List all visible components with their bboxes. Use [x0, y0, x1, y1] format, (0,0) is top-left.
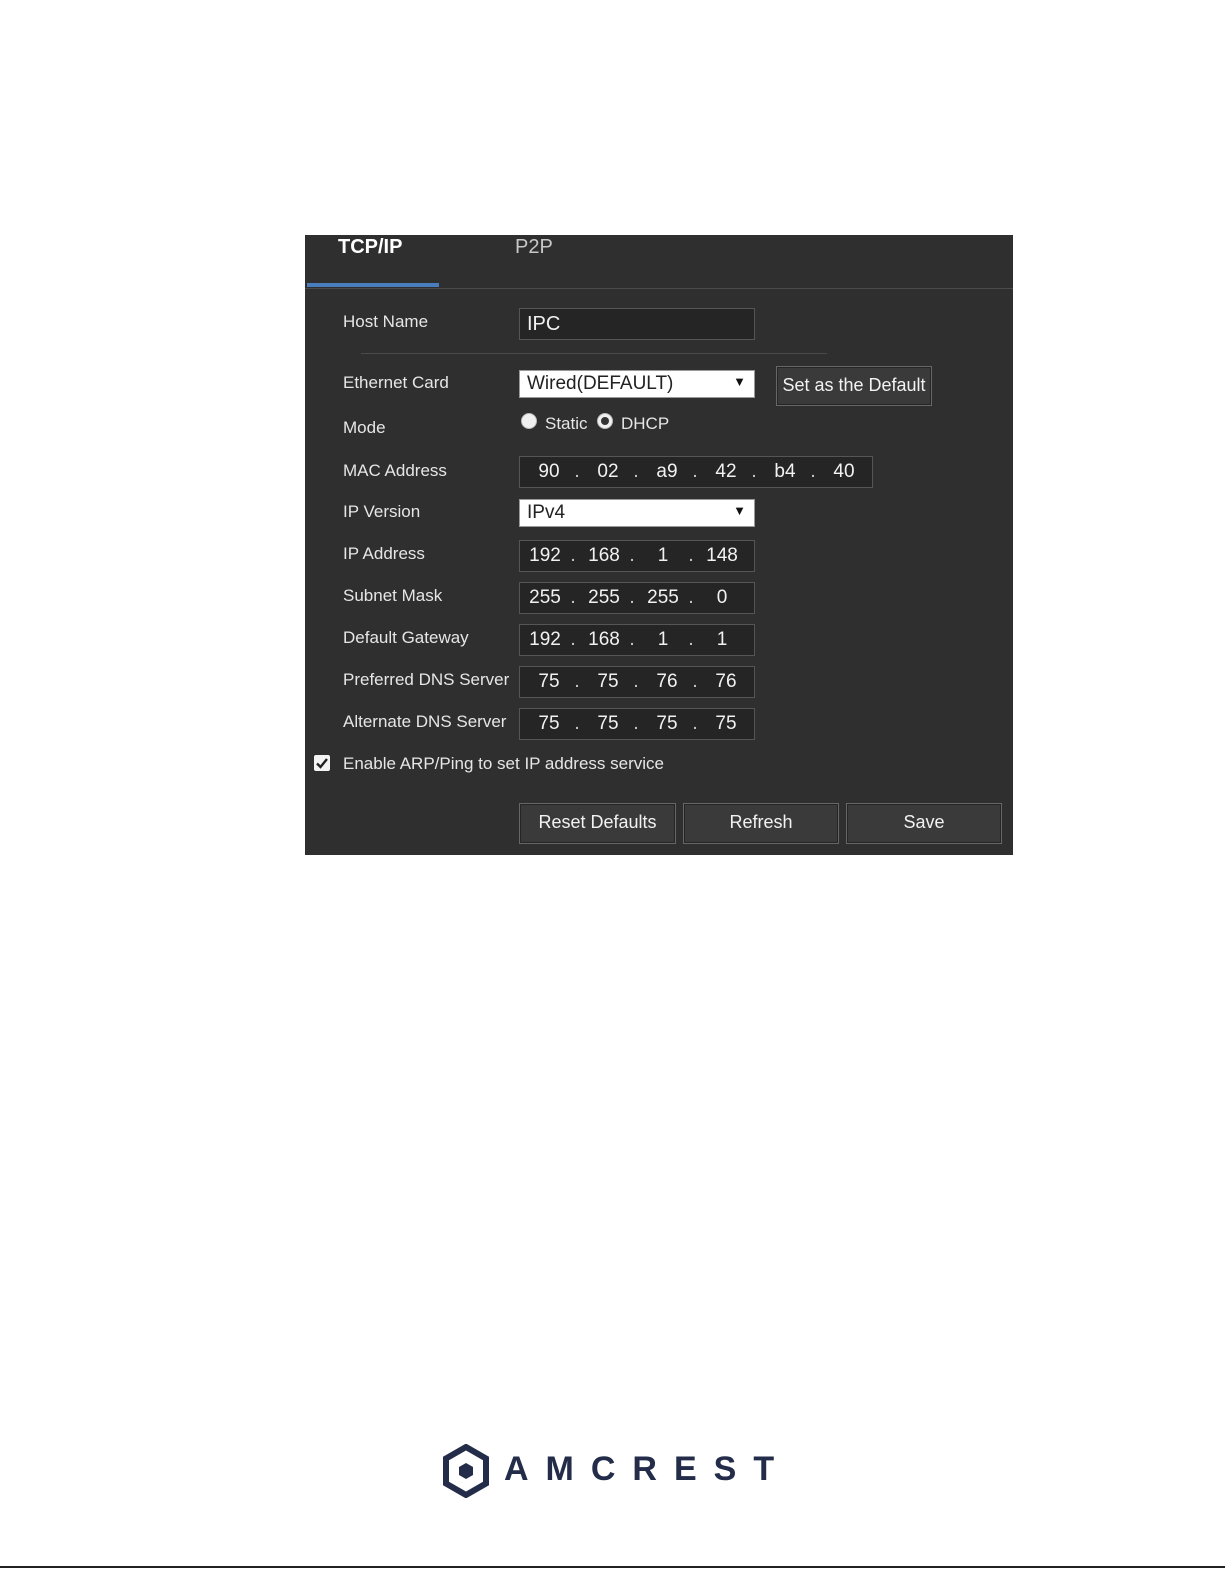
ip-octet[interactable]: 255	[525, 587, 565, 609]
ip-octet[interactable]: 75	[529, 713, 569, 735]
save-button[interactable]: Save	[846, 803, 1002, 844]
separator: .	[570, 545, 576, 566]
separator: .	[574, 671, 580, 692]
separator: .	[570, 587, 576, 608]
ip-octet[interactable]: 192	[525, 629, 565, 651]
ip-octet[interactable]: 76	[647, 671, 687, 693]
subnet-mask-field[interactable]: 255 . 255 . 255 . 0	[519, 582, 755, 614]
static-radio-label: Static	[545, 414, 588, 433]
static-radio[interactable]	[521, 413, 537, 429]
default-gateway-field[interactable]: 192 . 168 . 1 . 1	[519, 624, 755, 656]
ip-version-label: IP Version	[343, 502, 421, 521]
ethernet-card-select[interactable]: Wired(DEFAULT) ▼	[519, 370, 755, 398]
separator: .	[633, 671, 639, 692]
ip-octet[interactable]: 75	[529, 671, 569, 693]
alternate-dns-label: Alternate DNS Server	[343, 712, 507, 731]
ethernet-card-label: Ethernet Card	[343, 373, 449, 392]
ip-version-select[interactable]: IPv4 ▼	[519, 499, 755, 527]
mac-address-field[interactable]: 90 . 02 . a9 . 42 . b4 . 40	[519, 456, 873, 488]
mode-label: Mode	[343, 418, 386, 437]
ip-octet[interactable]: 1	[643, 545, 683, 567]
ip-octet[interactable]: 75	[588, 671, 628, 693]
checkmark-icon	[316, 758, 328, 769]
refresh-button[interactable]: Refresh	[683, 803, 839, 844]
ip-octet[interactable]: 76	[706, 671, 746, 693]
ethernet-card-value: Wired(DEFAULT)	[527, 373, 674, 394]
mac-octet[interactable]: 42	[706, 461, 746, 483]
separator: .	[570, 629, 576, 650]
ip-octet[interactable]: 1	[702, 629, 742, 651]
page-bottom-rule	[0, 1566, 1225, 1568]
ip-version-value: IPv4	[527, 502, 566, 523]
separator: .	[633, 713, 639, 734]
separator: .	[810, 461, 816, 482]
preferred-dns-field[interactable]: 75 . 75 . 76 . 76	[519, 666, 755, 698]
mac-octet[interactable]: b4	[765, 461, 805, 483]
separator: .	[574, 461, 580, 482]
dhcp-radio[interactable]	[597, 413, 613, 429]
subnet-mask-label: Subnet Mask	[343, 586, 443, 605]
tab-p2p[interactable]: P2P	[485, 235, 565, 287]
reset-defaults-button[interactable]: Reset Defaults	[519, 803, 676, 844]
ip-octet[interactable]: 75	[706, 713, 746, 735]
separator: .	[692, 713, 698, 734]
separator: .	[629, 629, 635, 650]
separator: .	[633, 461, 639, 482]
amcrest-hexagon-logo-icon	[443, 1444, 489, 1498]
dropdown-arrow-icon: ▼	[733, 374, 746, 389]
ip-octet[interactable]: 255	[643, 587, 683, 609]
arp-ping-checkbox[interactable]	[314, 755, 330, 771]
ip-octet[interactable]: 148	[702, 545, 742, 567]
preferred-dns-label: Preferred DNS Server	[343, 670, 510, 689]
separator: .	[574, 713, 580, 734]
dhcp-radio-label: DHCP	[621, 414, 670, 433]
brand-name: AMCREST	[504, 1450, 792, 1488]
mac-octet[interactable]: a9	[647, 461, 687, 483]
alternate-dns-field[interactable]: 75 . 75 . 75 . 75	[519, 708, 755, 740]
set-as-default-button[interactable]: Set as the Default	[776, 366, 932, 406]
ip-octet[interactable]: 168	[584, 629, 624, 651]
divider	[361, 353, 827, 354]
tab-bar: TCP/IP P2P	[305, 235, 1013, 289]
mac-octet[interactable]: 40	[824, 461, 864, 483]
separator: .	[629, 545, 635, 566]
separator: .	[692, 671, 698, 692]
host-name-label: Host Name	[343, 312, 429, 331]
ip-address-field[interactable]: 192 . 168 . 1 . 148	[519, 540, 755, 572]
amcrest-logo: AMCREST	[442, 1444, 774, 1500]
mac-octet[interactable]: 90	[529, 461, 569, 483]
separator: .	[688, 629, 694, 650]
mac-octet[interactable]: 02	[588, 461, 628, 483]
ip-address-label: IP Address	[343, 544, 425, 563]
separator: .	[688, 587, 694, 608]
default-gateway-label: Default Gateway	[343, 628, 469, 647]
separator: .	[751, 461, 757, 482]
arp-ping-label: Enable ARP/Ping to set IP address servic…	[343, 754, 664, 773]
separator: .	[629, 587, 635, 608]
dropdown-arrow-icon: ▼	[733, 503, 746, 518]
mac-address-label: MAC Address	[343, 461, 447, 480]
host-name-input[interactable]: IPC	[519, 308, 755, 340]
tcpip-settings-panel: TCP/IP P2P Host Name IPC Ethernet Card W…	[305, 235, 1013, 855]
ip-octet[interactable]: 255	[584, 587, 624, 609]
ip-octet[interactable]: 1	[643, 629, 683, 651]
ip-octet[interactable]: 0	[702, 587, 742, 609]
separator: .	[688, 545, 694, 566]
ip-octet[interactable]: 192	[525, 545, 565, 567]
ip-octet[interactable]: 75	[647, 713, 687, 735]
ip-octet[interactable]: 168	[584, 545, 624, 567]
separator: .	[692, 461, 698, 482]
ip-octet[interactable]: 75	[588, 713, 628, 735]
tab-tcpip[interactable]: TCP/IP	[305, 235, 439, 287]
